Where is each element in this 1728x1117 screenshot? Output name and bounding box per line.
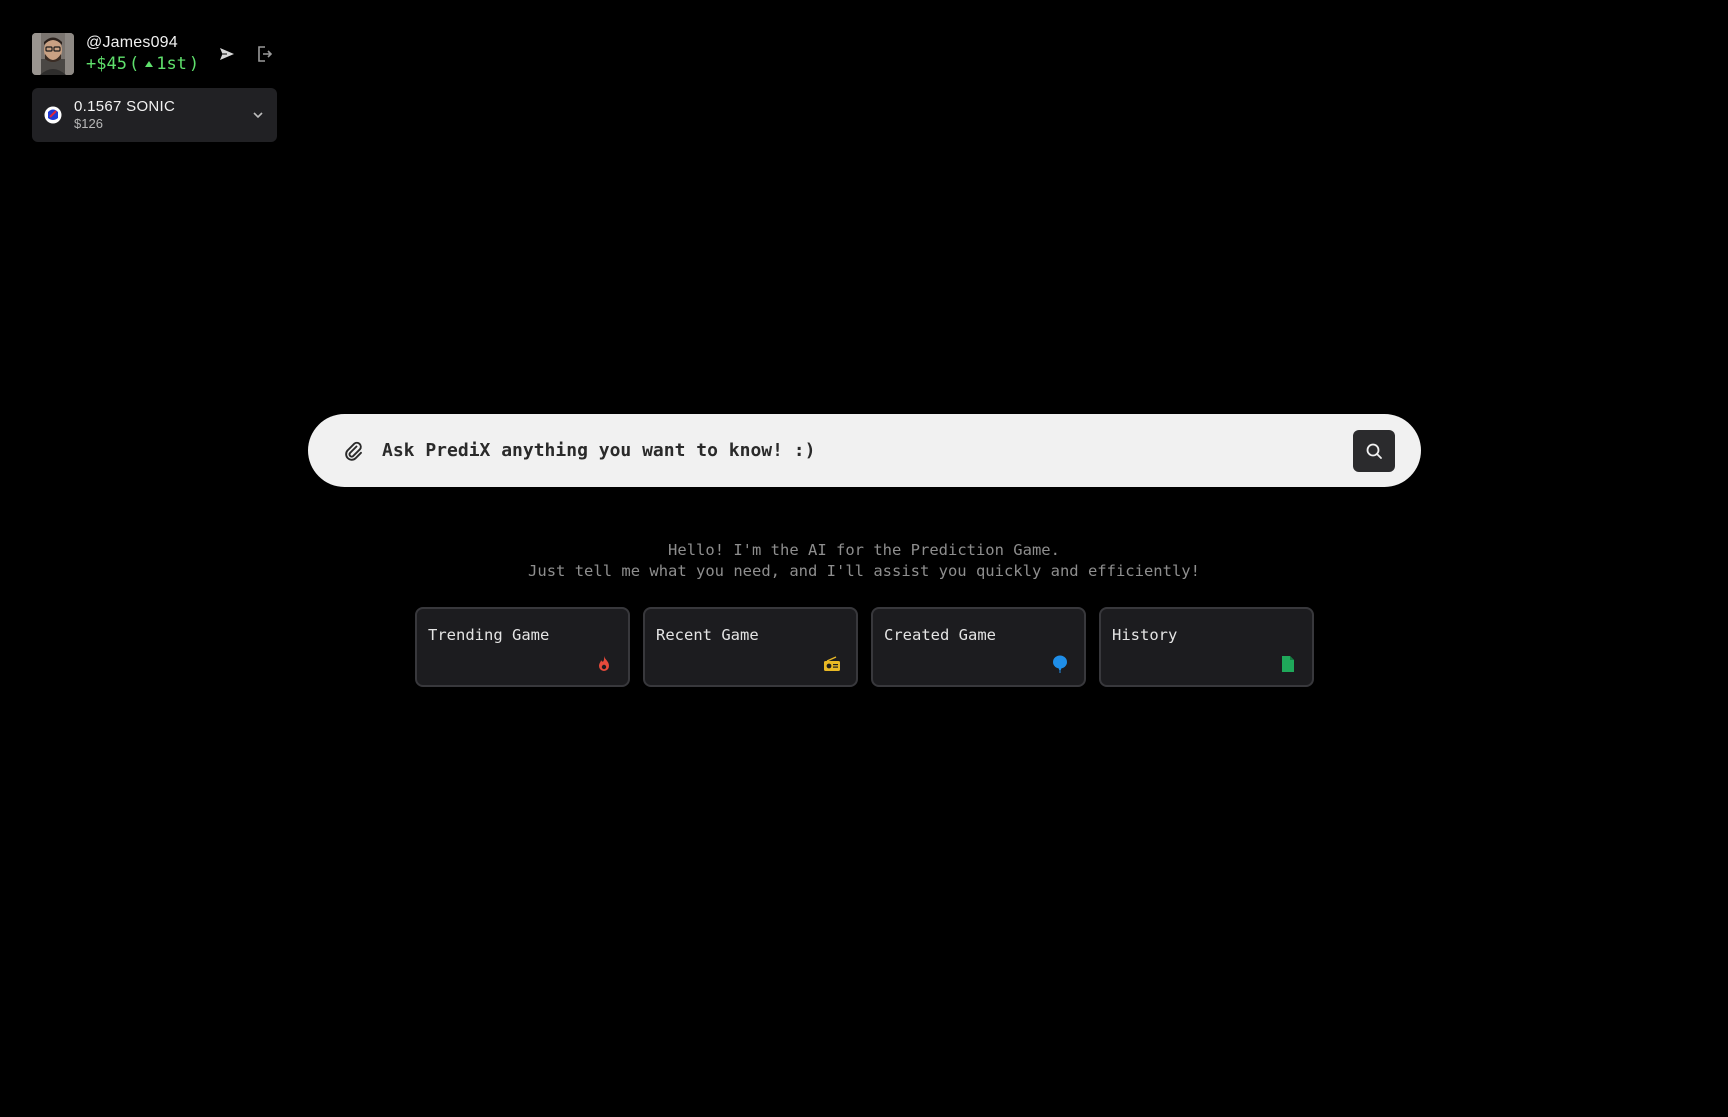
card-label: Created Game [884,626,996,644]
pnl-display: +$45 ( 1st ) [86,53,201,75]
logout-button[interactable] [253,42,277,66]
search-input[interactable] [380,439,1353,462]
user-profile: @James094 +$45 ( 1st ) [32,33,277,75]
search-button[interactable] [1353,429,1395,472]
wallet-usd-value: $126 [74,116,103,132]
document-icon [1282,656,1294,672]
search-bar [308,414,1421,487]
send-icon [220,48,235,60]
wallet-dropdown[interactable]: 0.1567 SONIC $126 [32,88,277,142]
greeting-message: Hello! I'm the AI for the Prediction Gam… [0,540,1728,582]
card-label: Recent Game [656,626,759,644]
quick-actions: Trending Game Recent Game Created Game H… [415,607,1314,687]
send-button[interactable] [215,42,239,66]
rank-up-arrow-icon [145,60,154,67]
card-label: History [1112,626,1178,644]
sonic-token-icon [44,106,62,124]
chevron-down-icon [253,112,263,119]
history-card[interactable]: History [1099,607,1314,687]
fire-icon [599,656,609,671]
recent-game-card[interactable]: Recent Game [643,607,858,687]
wallet-balance: 0.1567 SONIC [74,98,176,116]
greeting-line-1: Hello! I'm the AI for the Prediction Gam… [668,541,1060,559]
logout-icon [258,46,273,62]
avatar-image [32,33,74,75]
pnl-paren-open: ( [128,53,140,74]
card-label: Trending Game [428,626,550,644]
attach-icon[interactable] [342,439,366,463]
trending-game-card[interactable]: Trending Game [415,607,630,687]
avatar[interactable] [32,33,74,75]
radio-icon [824,656,840,671]
created-game-card[interactable]: Created Game [871,607,1086,687]
greeting-line-2: Just tell me what you need, and I'll ass… [528,562,1200,580]
pnl-paren-close: ) [188,53,200,74]
balloon-icon [1053,655,1067,673]
rank-value: 1st [156,53,187,74]
username: @James094 [86,33,178,51]
pnl-amount: +$45 [86,53,127,74]
search-icon [1366,443,1382,459]
